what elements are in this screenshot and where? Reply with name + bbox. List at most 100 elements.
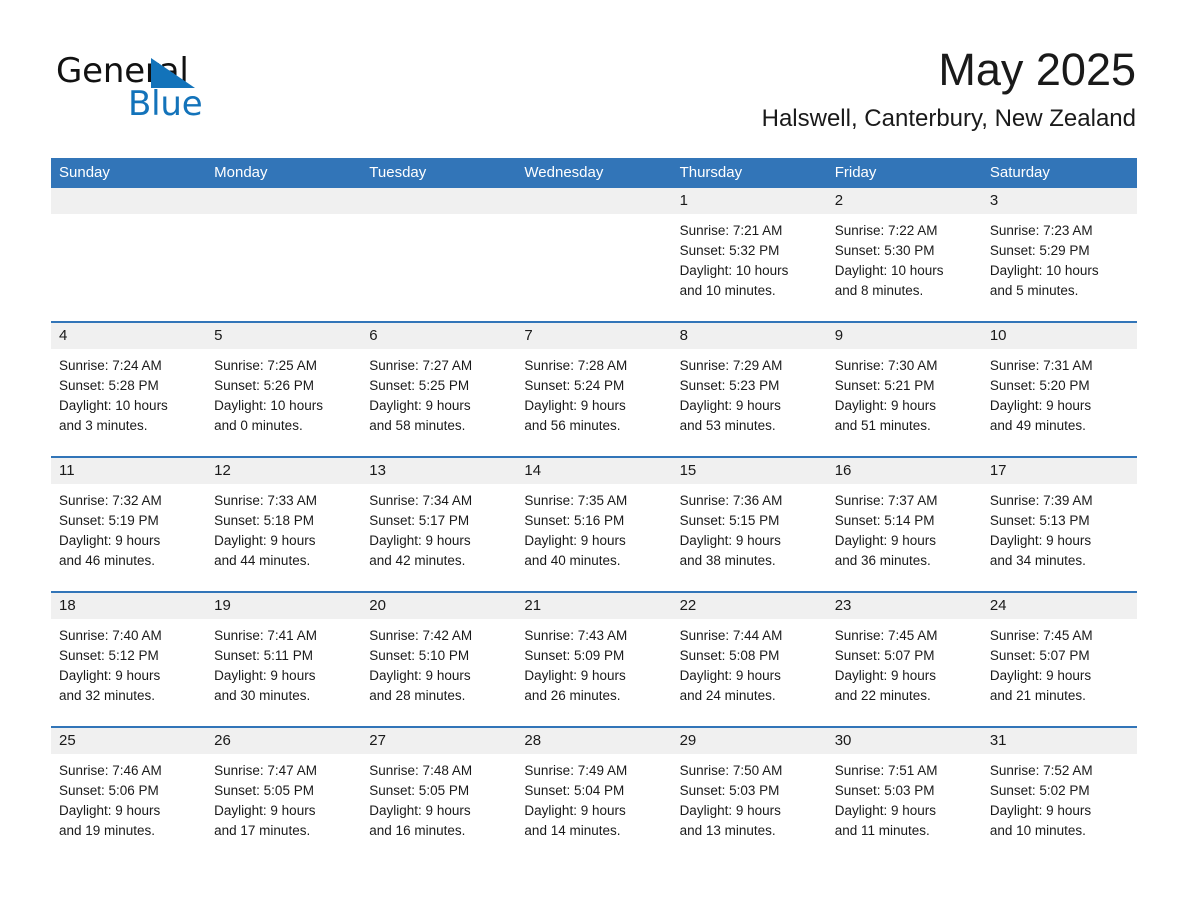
daylight-text-line2: and 38 minutes. <box>679 553 776 568</box>
daylight-text-line1: Daylight: 9 hours <box>524 803 626 818</box>
sunrise-text: Sunrise: 7:31 AM <box>989 358 1093 373</box>
day-number-band: 7 <box>516 323 672 349</box>
day-number-band: 8 <box>671 323 827 349</box>
day-details: Sunrise: 7:28 AM Sunset: 5:24 PM Dayligh… <box>516 349 671 436</box>
sunrise-text: Sunrise: 7:40 AM <box>59 628 162 643</box>
daylight-text-line2: and 30 minutes. <box>214 688 311 703</box>
sunrise-text: Sunrise: 7:34 AM <box>369 493 473 508</box>
daylight-text-line1: Daylight: 9 hours <box>834 533 937 548</box>
day-cell[interactable]: 16 Sunrise: 7:37 AM Sunset: 5:14 PM Dayl… <box>826 458 982 591</box>
daylight-text-line1: Daylight: 9 hours <box>679 398 781 413</box>
day-number-band <box>206 188 362 214</box>
day-cell[interactable]: 4 Sunrise: 7:24 AM Sunset: 5:28 PM Dayli… <box>51 323 207 456</box>
daylight-text-line1: Daylight: 9 hours <box>369 398 471 413</box>
daylight-text-line2: and 44 minutes. <box>214 553 311 568</box>
day-cell <box>516 188 672 321</box>
sunset-text: Sunset: 5:28 PM <box>59 378 159 393</box>
sunrise-text: Sunrise: 7:48 AM <box>369 763 473 778</box>
weekday-header-wednesday: Wednesday <box>524 164 604 181</box>
day-number-band: 25 <box>51 728 207 754</box>
sunrise-text: Sunrise: 7:32 AM <box>59 493 162 508</box>
day-cell[interactable]: 17 Sunrise: 7:39 AM Sunset: 5:13 PM Dayl… <box>981 458 1137 591</box>
day-cell[interactable]: 3 Sunrise: 7:23 AM Sunset: 5:29 PM Dayli… <box>981 188 1137 321</box>
day-number: 3 <box>989 192 999 209</box>
day-cell[interactable]: 6 Sunrise: 7:27 AM Sunset: 5:25 PM Dayli… <box>361 323 517 456</box>
day-number-band: 14 <box>516 458 672 484</box>
day-cell[interactable]: 27 Sunrise: 7:48 AM Sunset: 5:05 PM Dayl… <box>361 728 517 863</box>
day-cell[interactable]: 14 Sunrise: 7:35 AM Sunset: 5:16 PM Dayl… <box>516 458 672 591</box>
weekday-header-row: Sunday Monday Tuesday Wednesday Thursday… <box>51 158 1137 188</box>
day-cell[interactable]: 29 Sunrise: 7:50 AM Sunset: 5:03 PM Dayl… <box>671 728 827 863</box>
day-cell[interactable]: 8 Sunrise: 7:29 AM Sunset: 5:23 PM Dayli… <box>671 323 827 456</box>
day-cell[interactable]: 19 Sunrise: 7:41 AM Sunset: 5:11 PM Dayl… <box>206 593 362 726</box>
daylight-text-line2: and 42 minutes. <box>369 553 466 568</box>
day-number: 11 <box>59 462 75 479</box>
daylight-text-line1: Daylight: 9 hours <box>369 533 471 548</box>
sunset-text: Sunset: 5:15 PM <box>679 513 780 528</box>
daylight-text-line1: Daylight: 10 hours <box>834 263 944 278</box>
day-details: Sunrise: 7:39 AM Sunset: 5:13 PM Dayligh… <box>982 484 1137 571</box>
daylight-text-line2: and 46 minutes. <box>59 553 156 568</box>
day-number: 5 <box>214 327 223 344</box>
daylight-text-line2: and 5 minutes. <box>989 283 1079 298</box>
sunrise-text: Sunrise: 7:29 AM <box>679 358 783 373</box>
day-number: 30 <box>834 732 852 749</box>
sunrise-text: Sunrise: 7:21 AM <box>679 223 783 238</box>
day-number-band: 21 <box>516 593 672 619</box>
day-number-band: 3 <box>981 188 1137 214</box>
daylight-text-line2: and 24 minutes. <box>679 688 776 703</box>
day-cell[interactable]: 7 Sunrise: 7:28 AM Sunset: 5:24 PM Dayli… <box>516 323 672 456</box>
day-number: 7 <box>524 327 533 344</box>
sunset-text: Sunset: 5:32 PM <box>679 243 780 258</box>
day-cell[interactable]: 22 Sunrise: 7:44 AM Sunset: 5:08 PM Dayl… <box>671 593 827 726</box>
daylight-text-line2: and 40 minutes. <box>524 553 621 568</box>
day-cell[interactable]: 31 Sunrise: 7:52 AM Sunset: 5:02 PM Dayl… <box>981 728 1137 863</box>
day-details: Sunrise: 7:24 AM Sunset: 5:28 PM Dayligh… <box>51 349 206 436</box>
day-cell[interactable]: 2 Sunrise: 7:22 AM Sunset: 5:30 PM Dayli… <box>826 188 982 321</box>
sunset-text: Sunset: 5:06 PM <box>59 783 159 798</box>
day-details: Sunrise: 7:34 AM Sunset: 5:17 PM Dayligh… <box>361 484 516 571</box>
day-cell[interactable]: 28 Sunrise: 7:49 AM Sunset: 5:04 PM Dayl… <box>516 728 672 863</box>
daylight-text-line1: Daylight: 9 hours <box>214 803 316 818</box>
day-cell[interactable]: 5 Sunrise: 7:25 AM Sunset: 5:26 PM Dayli… <box>206 323 362 456</box>
day-details: Sunrise: 7:29 AM Sunset: 5:23 PM Dayligh… <box>672 349 827 436</box>
daylight-text-line1: Daylight: 10 hours <box>59 398 168 413</box>
day-cell[interactable]: 15 Sunrise: 7:36 AM Sunset: 5:15 PM Dayl… <box>671 458 827 591</box>
day-cell[interactable]: 30 Sunrise: 7:51 AM Sunset: 5:03 PM Dayl… <box>826 728 982 863</box>
day-number: 2 <box>834 192 844 209</box>
sunrise-text: Sunrise: 7:49 AM <box>524 763 628 778</box>
day-number: 18 <box>59 597 76 614</box>
sunset-text: Sunset: 5:07 PM <box>834 648 935 663</box>
day-cell[interactable]: 11 Sunrise: 7:32 AM Sunset: 5:19 PM Dayl… <box>51 458 207 591</box>
day-number: 10 <box>989 327 1007 344</box>
day-cell[interactable]: 25 Sunrise: 7:46 AM Sunset: 5:06 PM Dayl… <box>51 728 207 863</box>
location-subtitle: Halswell, Canterbury, New Zealand <box>761 105 1136 132</box>
day-cell[interactable]: 23 Sunrise: 7:45 AM Sunset: 5:07 PM Dayl… <box>826 593 982 726</box>
day-cell[interactable]: 26 Sunrise: 7:47 AM Sunset: 5:05 PM Dayl… <box>206 728 362 863</box>
day-number-band <box>51 188 207 214</box>
sunset-text: Sunset: 5:26 PM <box>214 378 314 393</box>
day-number-band: 12 <box>206 458 362 484</box>
day-details: Sunrise: 7:31 AM Sunset: 5:20 PM Dayligh… <box>982 349 1137 436</box>
day-cell[interactable]: 1 Sunrise: 7:21 AM Sunset: 5:32 PM Dayli… <box>671 188 827 321</box>
day-cell[interactable]: 18 Sunrise: 7:40 AM Sunset: 5:12 PM Dayl… <box>51 593 207 726</box>
weekday-header-sunday: Sunday <box>59 164 110 181</box>
day-cell[interactable]: 24 Sunrise: 7:45 AM Sunset: 5:07 PM Dayl… <box>981 593 1137 726</box>
day-cell[interactable]: 9 Sunrise: 7:30 AM Sunset: 5:21 PM Dayli… <box>826 323 982 456</box>
daylight-text-line1: Daylight: 9 hours <box>214 533 316 548</box>
day-cell[interactable]: 20 Sunrise: 7:42 AM Sunset: 5:10 PM Dayl… <box>361 593 517 726</box>
day-details: Sunrise: 7:45 AM Sunset: 5:07 PM Dayligh… <box>827 619 982 706</box>
day-number: 21 <box>524 597 542 614</box>
daylight-text-line1: Daylight: 9 hours <box>59 803 161 818</box>
day-cell[interactable]: 13 Sunrise: 7:34 AM Sunset: 5:17 PM Dayl… <box>361 458 517 591</box>
day-number-band: 4 <box>51 323 207 349</box>
week-row: 4 Sunrise: 7:24 AM Sunset: 5:28 PM Dayli… <box>51 323 1137 458</box>
day-cell[interactable]: 12 Sunrise: 7:33 AM Sunset: 5:18 PM Dayl… <box>206 458 362 591</box>
day-number: 14 <box>524 462 542 479</box>
day-cell <box>361 188 517 321</box>
day-details: Sunrise: 7:51 AM Sunset: 5:03 PM Dayligh… <box>827 754 982 841</box>
page-title: May 2025 <box>938 44 1136 95</box>
general-blue-logo[interactable]: General Blue <box>56 52 356 128</box>
day-cell[interactable]: 21 Sunrise: 7:43 AM Sunset: 5:09 PM Dayl… <box>516 593 672 726</box>
day-cell[interactable]: 10 Sunrise: 7:31 AM Sunset: 5:20 PM Dayl… <box>981 323 1137 456</box>
